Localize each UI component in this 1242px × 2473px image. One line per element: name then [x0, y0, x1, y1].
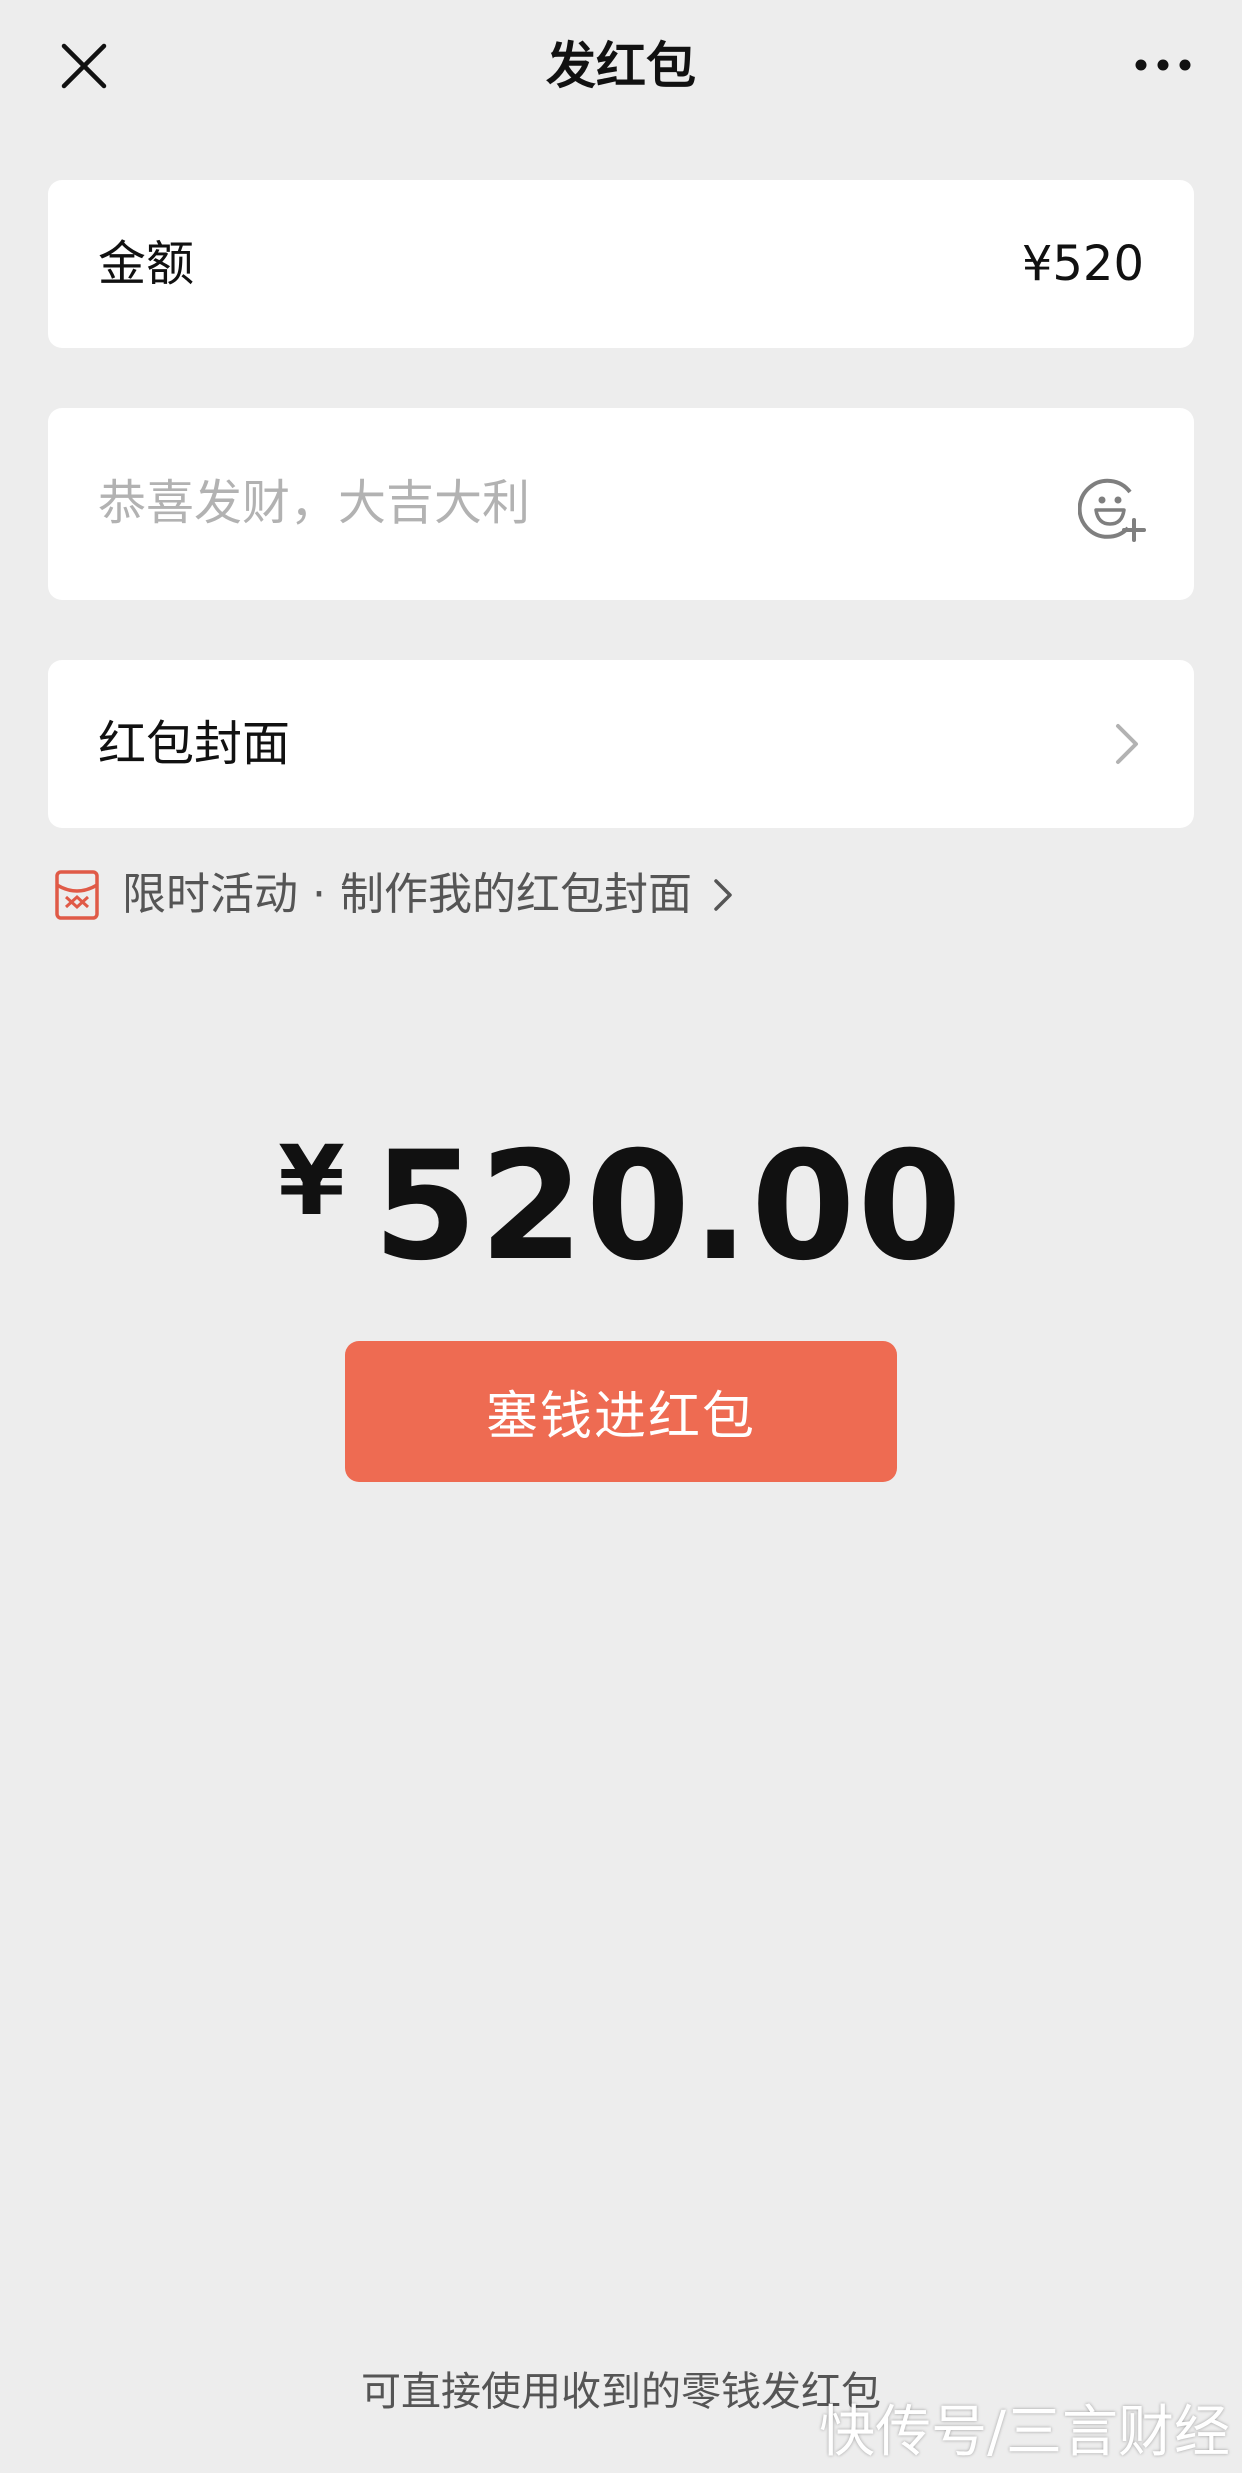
greeting-input[interactable]: [98, 470, 998, 536]
amount-label: 金额: [98, 236, 195, 292]
nav-bar: 发红包: [0, 0, 1242, 134]
chevron-right-icon: [1112, 720, 1142, 768]
total-amount-display: ¥520.00: [0, 1120, 1242, 1294]
amount-row[interactable]: 金额 ¥520: [48, 180, 1194, 348]
cover-row[interactable]: 红包封面: [48, 660, 1194, 828]
chevron-right-icon: [712, 877, 734, 913]
emoji-add-icon[interactable]: [1077, 472, 1148, 542]
watermark: 快传号/三言财经: [819, 2400, 1230, 2465]
promo-text: 限时活动 · 制作我的红包封面: [122, 869, 692, 920]
greeting-row: [48, 408, 1194, 600]
red-packet-icon: [54, 869, 100, 921]
more-dots-icon[interactable]: [1134, 50, 1192, 80]
amount-value[interactable]: ¥520: [1022, 234, 1144, 294]
page-title: 发红包: [546, 37, 696, 95]
currency-symbol: ¥: [278, 1125, 345, 1237]
submit-button[interactable]: 塞钱进红包: [345, 1341, 897, 1482]
total-amount: 520.00: [372, 1120, 964, 1294]
promo-link[interactable]: 限时活动 · 制作我的红包封面: [54, 864, 734, 926]
cover-label: 红包封面: [98, 716, 291, 772]
